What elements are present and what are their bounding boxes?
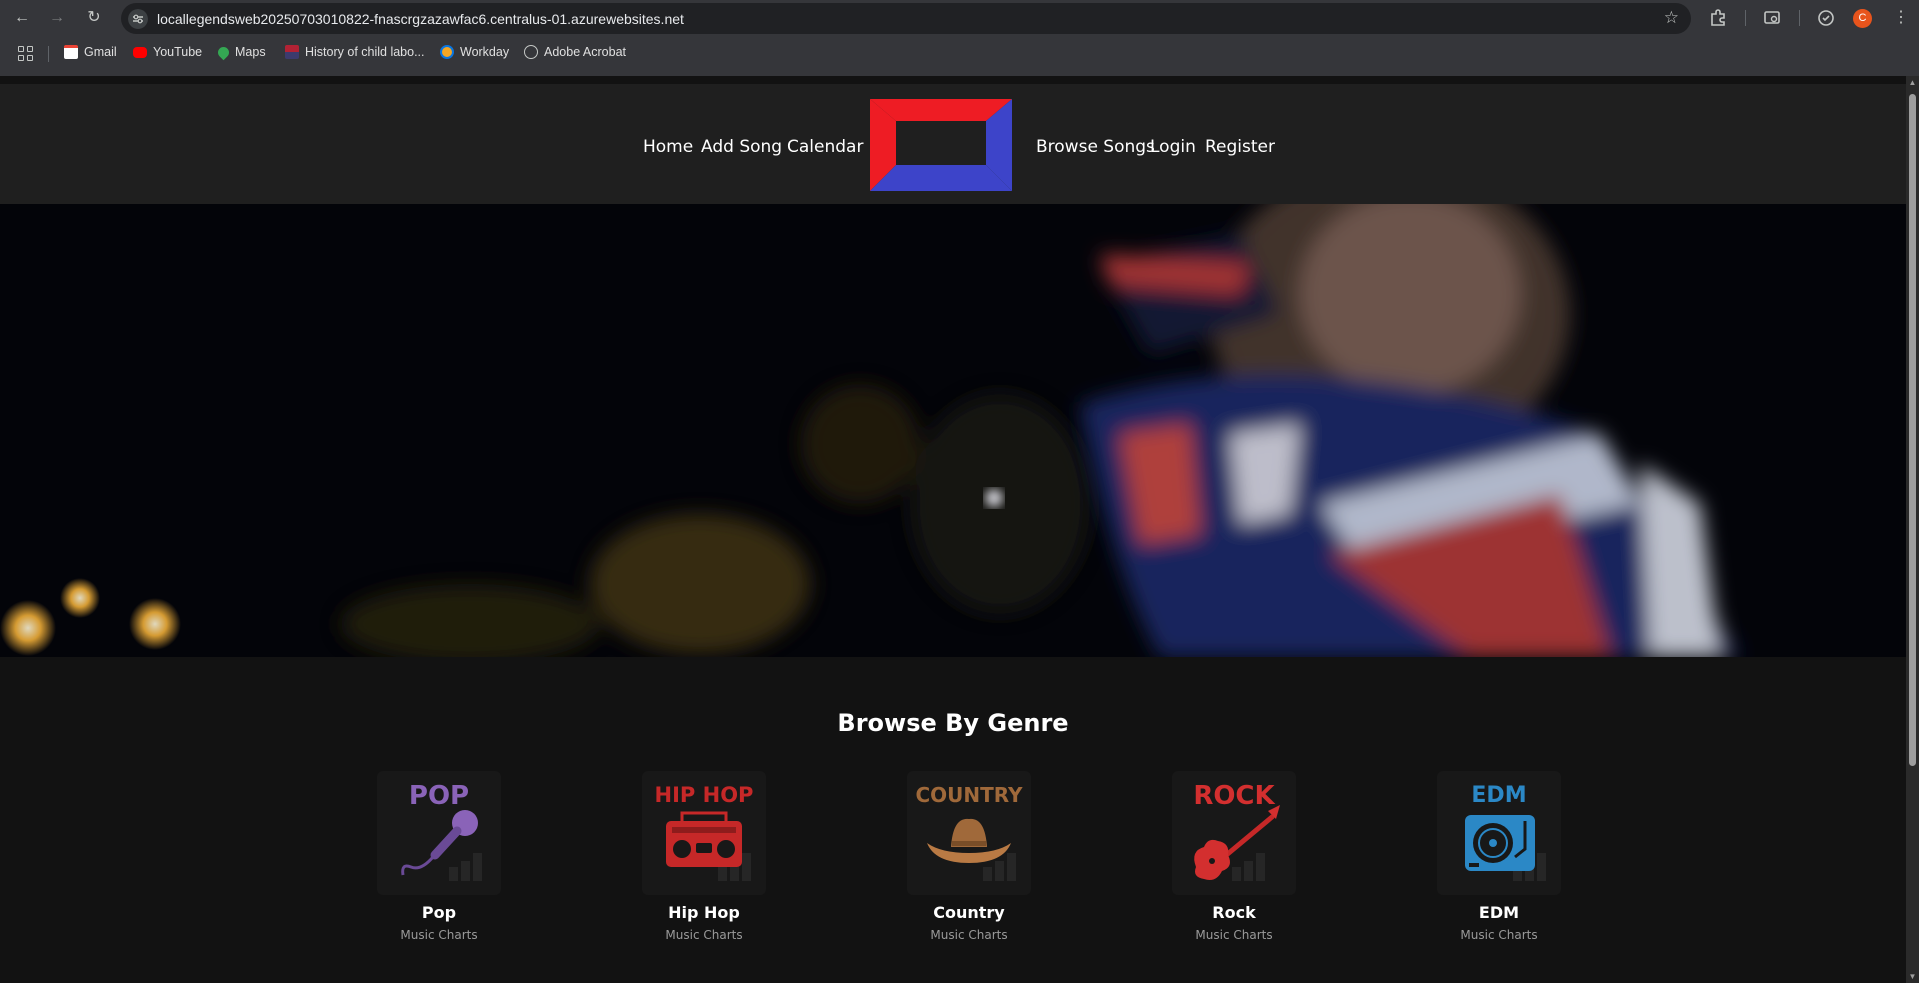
genre-card-rock[interactable]: ROCK Rock Music Charts [1154,771,1314,942]
toolbar-separator [1745,10,1746,26]
genre-subtitle: Music Charts [930,928,1008,942]
reload-icon[interactable]: ↻ [84,8,104,28]
genre-card-country[interactable]: COUNTRY Country Music Charts [889,771,1049,942]
bookmark-gmail[interactable]: Gmail [64,45,117,59]
microphone-icon [401,810,482,881]
genre-tile-country[interactable]: COUNTRY [907,771,1031,895]
nav-login[interactable]: Login [1150,137,1196,157]
back-icon[interactable]: ← [12,8,32,28]
bookmark-maps[interactable]: Maps [215,44,266,60]
genre-tile-pop[interactable]: POP [377,771,501,895]
genre-name: EDM [1478,903,1520,922]
genre-card-hip-hop[interactable]: HIP HOP Hip Hop Music Charts [624,771,784,942]
genre-subtitle: Music Charts [1460,928,1538,942]
bookmark-label: Maps [235,45,266,59]
bookmark-label: Workday [460,45,510,59]
genre-subtitle: Music Charts [665,928,743,942]
genre-subtitle: Music Charts [1195,928,1273,942]
bookmark-star-icon[interactable]: ☆ [1664,8,1679,28]
scroll-up-arrow-icon[interactable]: ▲ [1908,78,1917,87]
scrollbar-thumb[interactable] [1909,94,1916,766]
extensions-icon[interactable] [1709,9,1727,27]
genre-name: Rock [1212,903,1256,922]
turntable-icon [1465,815,1546,881]
site-header: Home Add Song Calendar Browse Songs Logi… [0,84,1906,204]
url-text[interactable]: locallegendsweb20250703010822-fnascrgzaz… [157,11,684,27]
genre-subtitle: Music Charts [400,928,478,942]
address-bar[interactable]: locallegendsweb20250703010822-fnascrgzaz… [121,3,1691,34]
genre-name: Country [933,903,1005,922]
bookmark-adobe[interactable]: Adobe Acrobat [524,45,626,59]
hero-banner-image [0,204,1906,657]
profile-avatar[interactable]: C [1853,9,1872,28]
boombox-icon [666,811,751,881]
sync-icon[interactable] [1817,9,1835,27]
section-title: Browse By Genre [837,709,1069,737]
workday-icon [440,45,454,59]
site-settings-icon[interactable] [128,9,148,29]
browser-menu-icon[interactable]: ⋮ [1893,7,1909,27]
bookmark-label: YouTube [153,45,203,59]
nav-browse-songs[interactable]: Browse Songs [1036,137,1155,157]
genre-tile-hip-hop[interactable]: HIP HOP [642,771,766,895]
genre-name: Pop [421,903,457,922]
cast-search-icon[interactable] [1763,9,1781,27]
page-viewport: Home Add Song Calendar Browse Songs Logi… [0,76,1906,983]
bookmark-label: History of child labo... [305,45,425,59]
bookmark-label: Adobe Acrobat [544,45,627,59]
genre-name: Hip Hop [668,903,740,922]
bookmarks-separator [48,46,49,62]
bookmark-youtube[interactable]: YouTube [133,45,202,59]
apps-grid-icon[interactable] [18,46,33,61]
globe-icon [524,45,538,59]
cowboy-hat-icon [927,818,1016,881]
flag-icon [285,45,299,59]
genre-tile-edm[interactable]: EDM [1437,771,1561,895]
toolbar-separator [1799,10,1800,26]
bookmark-history[interactable]: History of child labo... [285,45,425,59]
bookmarks-bar: Gmail YouTube Maps History of child labo… [0,43,1919,65]
scroll-down-arrow-icon[interactable]: ▼ [1908,972,1917,981]
page-scrollbar[interactable]: ▲ ▼ [1906,76,1919,983]
maps-icon [215,44,232,60]
genre-card-pop[interactable]: POP Pop Music Charts [359,771,519,942]
site-logo[interactable] [868,97,1014,191]
nav-register[interactable]: Register [1205,137,1275,157]
genre-card-edm[interactable]: EDM EDM Music Charts [1419,771,1579,942]
browser-chrome: ← → ↻ locallegendsweb20250703010822-fnas… [0,0,1919,76]
nav-add-song[interactable]: Add Song [701,137,782,157]
nav-home[interactable]: Home [643,137,693,157]
nav-calendar[interactable]: Calendar [787,137,863,157]
browser-toolbar: ← → ↻ locallegendsweb20250703010822-fnas… [0,0,1919,36]
forward-icon[interactable]: → [47,8,67,28]
youtube-icon [133,46,147,58]
gmail-icon [64,45,78,59]
bookmark-workday[interactable]: Workday [440,45,509,59]
genre-tile-rock[interactable]: ROCK [1172,771,1296,895]
bookmark-label: Gmail [84,45,117,59]
electric-guitar-icon [1194,805,1280,881]
